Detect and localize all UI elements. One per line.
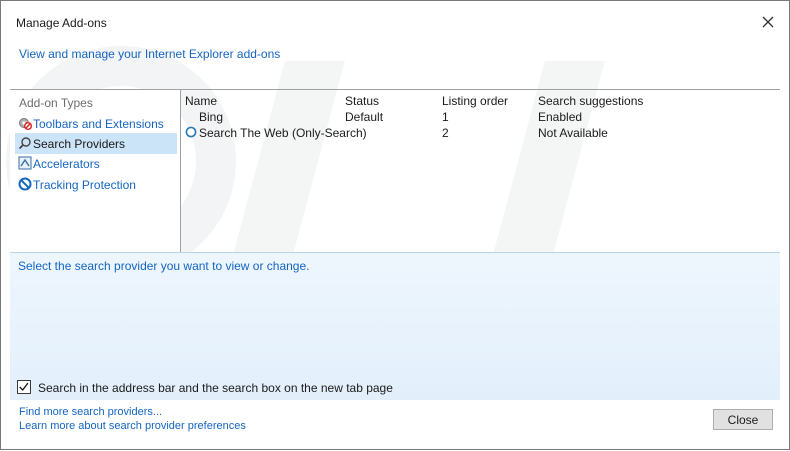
column-header-search-suggestions[interactable]: Search suggestions [538, 94, 643, 108]
search-provider-icon [185, 126, 197, 138]
view-manage-addons-link[interactable]: View and manage your Internet Explorer a… [19, 47, 280, 61]
addon-types-heading: Add-on Types [19, 96, 93, 110]
gear-blocked-icon [19, 118, 32, 130]
provider-order: 2 [442, 126, 449, 140]
address-bar-search-checkbox[interactable] [17, 380, 31, 394]
manage-addons-dialog: Manage Add-ons View and manage your Inte… [0, 0, 790, 450]
magnifier-icon [18, 137, 31, 150]
learn-more-preferences-link[interactable]: Learn more about search provider prefere… [19, 420, 246, 432]
table-row[interactable]: Bing Default 1 Enabled [182, 109, 780, 125]
provider-suggestions: Enabled [538, 110, 583, 124]
accelerator-icon [18, 156, 32, 170]
close-window-icon[interactable] [761, 15, 775, 29]
sidebar-item-label: Toolbars and Extensions [33, 117, 164, 131]
table-row[interactable]: Search The Web (Only-Search) 2 Not Avail… [182, 125, 780, 141]
main-area: Add-on Types Toolbars and Extensions Sea… [10, 89, 780, 252]
sidebar-item-tracking-protection[interactable]: Tracking Protection [15, 174, 177, 195]
provider-status: Default [345, 110, 384, 124]
provider-suggestions: Not Available [538, 126, 608, 140]
sidebar-item-accelerators[interactable]: Accelerators [15, 153, 177, 174]
sidebar-item-label: Tracking Protection [33, 178, 136, 192]
column-header-status[interactable]: Status [345, 94, 379, 108]
checkmark-icon [19, 382, 29, 392]
addon-types-sidebar: Add-on Types Toolbars and Extensions Sea… [10, 90, 181, 252]
window-title: Manage Add-ons [16, 16, 107, 30]
search-providers-list: Name Status Listing order Search suggest… [182, 90, 780, 252]
block-icon [18, 177, 32, 191]
column-header-listing-order[interactable]: Listing order [442, 94, 508, 108]
column-header-name[interactable]: Name [185, 94, 217, 108]
sidebar-item-toolbars-extensions[interactable]: Toolbars and Extensions [15, 113, 177, 134]
provider-name: Bing [199, 110, 224, 124]
details-pane: Select the search provider you want to v… [10, 252, 780, 400]
find-more-providers-link[interactable]: Find more search providers... [19, 406, 162, 418]
details-hint: Select the search provider you want to v… [18, 259, 310, 273]
provider-order: 1 [442, 110, 449, 124]
address-bar-search-label[interactable]: Search in the address bar and the search… [38, 381, 393, 395]
sidebar-item-label: Accelerators [33, 157, 100, 171]
provider-name: Search The Web (Only-Search) [199, 126, 367, 140]
sidebar-item-search-providers[interactable]: Search Providers [15, 133, 177, 154]
close-button[interactable]: Close [713, 409, 773, 430]
sidebar-item-label: Search Providers [33, 137, 126, 151]
title-bar: Manage Add-ons [1, 1, 789, 35]
